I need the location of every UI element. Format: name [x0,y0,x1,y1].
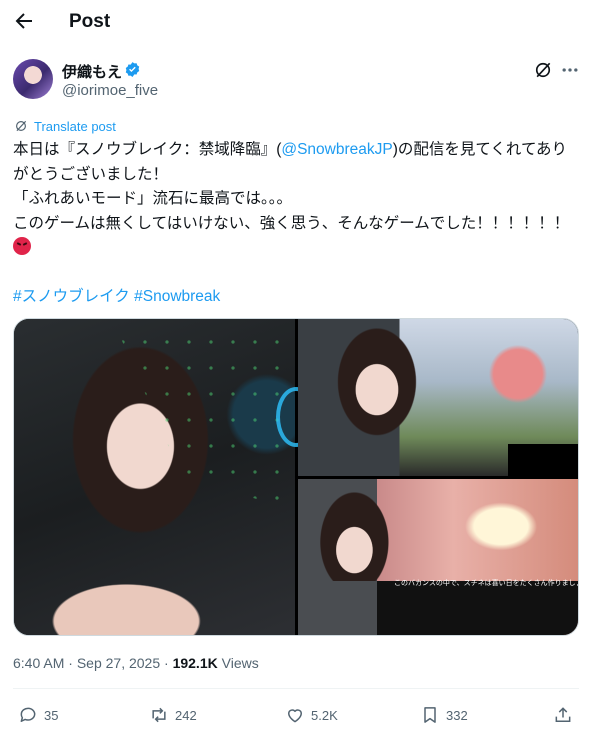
arrow-left-icon [15,13,32,29]
grok-button[interactable] [533,60,553,80]
like-count: 5.2K [311,707,338,723]
divider [13,688,579,689]
media-image-2[interactable] [298,319,578,476]
angry-face-emoji-icon [13,237,31,255]
views-label: Views [217,655,259,671]
page-title: Post [69,11,111,32]
media-grid: このバカンスの中で、スチネは喜い日をたくさん作りましょうね！ [13,318,579,636]
game-subtitle: このバカンスの中で、スチネは喜い日をたくさん作りましょうね！ [394,580,578,587]
page-header: Post [0,0,592,44]
bokeh-lights [112,319,295,510]
bookmark-icon [424,707,436,723]
back-button[interactable] [12,9,36,33]
media-image-3[interactable]: このバカンスの中で、スチネは喜い日をたくさん作りましょうね！ [298,479,578,635]
share-icon [555,707,571,722]
views-count: 192.1K [172,655,218,671]
translate-post-link[interactable]: Translate post [14,117,116,135]
post-time[interactable]: 6:40 AM [13,655,64,671]
hashtag-links[interactable]: #スノウブレイク #Snowbreak [13,284,220,306]
author-display-name[interactable]: 伊織もえ [62,61,122,82]
reply-count: 35 [44,707,59,723]
grok-translate-icon [16,120,27,132]
ellipsis-icon [562,68,578,72]
meta-separator: · [64,655,77,671]
more-options-button[interactable] [560,60,580,80]
reply-button[interactable]: 35 [18,704,58,726]
share-button[interactable] [553,704,573,726]
bookmark-button[interactable]: 332 [420,704,468,726]
translate-post-label: Translate post [34,118,116,134]
author-handle[interactable]: @iorimoe_five [62,82,158,99]
avatar[interactable] [13,59,53,99]
repost-icon [152,707,166,723]
tweet-text-line: このゲームは無くしてはいけない、強く思う、そんなゲームでした！！！！！！ [13,214,570,232]
post-date[interactable]: Sep 27, 2025 [77,655,160,671]
like-button[interactable]: 5.2K [285,704,338,726]
bookmark-count: 332 [446,707,468,723]
post-meta: 6:40 AM · Sep 27, 2025 · 192.1K Views [13,655,259,671]
verified-badge-icon[interactable] [124,61,141,78]
repost-count: 242 [175,707,197,723]
reply-icon [20,707,36,722]
image-dark-strip [298,581,578,635]
heart-icon [288,709,302,723]
tweet-text-part: 本日は『スノウブレイク：禁域降臨』( [13,141,282,158]
meta-separator: · [160,655,173,671]
tweet-text-line: 「ふれあいモード」流石に最高では。。。 [13,190,293,207]
grok-icon [535,62,551,78]
repost-button[interactable]: 242 [149,704,197,726]
mention-link[interactable]: @SnowbreakJP [281,141,392,158]
media-image-1[interactable] [14,319,316,635]
tweet-text: 本日は『スノウブレイク：禁域降臨』(@SnowbreakJP)の配信を見てくれて… [13,138,579,261]
image-dark-strip [508,444,578,476]
